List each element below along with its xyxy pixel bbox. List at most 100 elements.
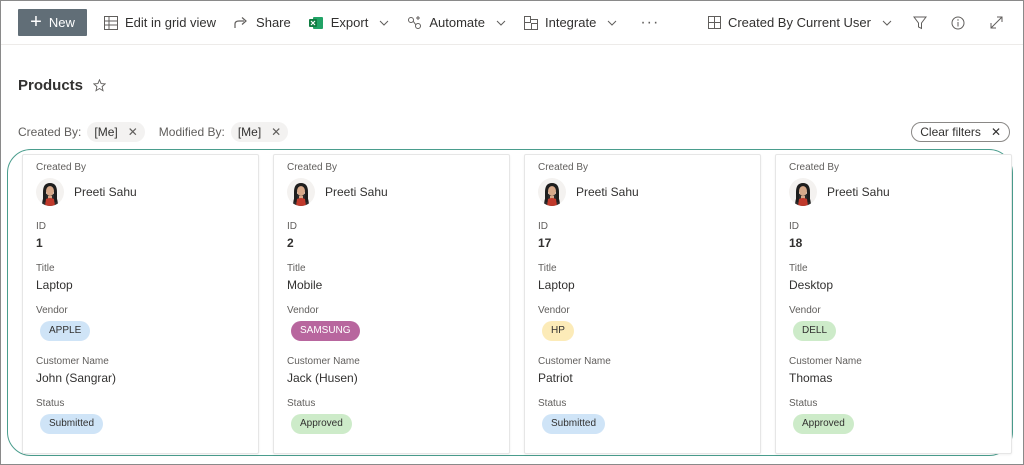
created-by-label: Created By	[36, 162, 87, 173]
star-icon[interactable]	[93, 79, 107, 92]
title-label: Title	[789, 263, 808, 274]
vendor-badge: SAMSUNG	[291, 321, 360, 341]
grid-icon	[104, 15, 118, 30]
customer-value: Jack (Husen)	[287, 371, 358, 385]
chevron-down-icon	[607, 20, 617, 26]
customer-label: Customer Name	[538, 356, 611, 367]
modified-by-filter-label: Modified By:	[158, 125, 225, 139]
status-field: Status Submitted	[538, 398, 606, 434]
vendor-field: Vendor APPLE	[36, 305, 91, 341]
status-field: Status Approved	[789, 398, 854, 434]
id-value: 1	[36, 236, 43, 250]
gallery-card[interactable]: Created By Preeti Sahu ID 18 Title Deskt…	[775, 154, 1012, 454]
expand-button[interactable]	[977, 1, 1015, 44]
status-badge: Submitted	[542, 414, 606, 434]
close-icon[interactable]: ✕	[271, 125, 281, 139]
vendor-badge: HP	[542, 321, 574, 341]
customer-label: Customer Name	[36, 356, 109, 367]
filter-icon	[913, 16, 927, 29]
title-value: Laptop	[36, 278, 73, 292]
clear-filters-label: Clear filters	[920, 125, 981, 139]
id-value: 2	[287, 236, 294, 250]
id-field: ID 18	[789, 221, 802, 250]
vendor-field: Vendor HP	[538, 305, 574, 341]
gallery-card[interactable]: Created By Preeti Sahu ID 1 Title Laptop…	[22, 154, 259, 454]
title-label: Title	[287, 263, 306, 274]
vendor-field: Vendor DELL	[789, 305, 837, 341]
new-button-label: New	[48, 15, 75, 30]
share-icon	[234, 17, 247, 28]
status-label: Status	[36, 398, 65, 409]
status-field: Status Approved	[287, 398, 352, 434]
created-by-name: Preeti Sahu	[74, 185, 137, 199]
created-by-name: Preeti Sahu	[325, 185, 388, 199]
created-by-name: Preeti Sahu	[827, 185, 890, 199]
status-label: Status	[538, 398, 567, 409]
created-by-filter-pill[interactable]: [Me] ✕	[87, 122, 145, 142]
customer-value: Patriot	[538, 371, 573, 385]
title-value: Mobile	[287, 278, 323, 292]
gallery-card[interactable]: Created By Preeti Sahu ID 17 Title Lapto…	[524, 154, 761, 454]
customer-value: Thomas	[789, 371, 833, 385]
expand-icon	[990, 16, 1002, 29]
export-button[interactable]: Export	[300, 1, 399, 44]
title-label: Title	[538, 263, 557, 274]
avatar	[287, 178, 315, 206]
share-label: Share	[256, 15, 291, 30]
info-button[interactable]	[939, 1, 977, 44]
id-label: ID	[538, 221, 548, 232]
new-button[interactable]: + New	[18, 9, 87, 36]
vendor-label: Vendor	[789, 305, 821, 316]
gallery-card[interactable]: Created By Preeti Sahu ID 2 Title Mobile…	[273, 154, 510, 454]
vendor-label: Vendor	[36, 305, 68, 316]
automate-label: Automate	[429, 15, 485, 30]
excel-icon	[308, 16, 323, 29]
title-value: Laptop	[538, 278, 575, 292]
automate-icon	[408, 15, 422, 29]
plus-icon: +	[30, 10, 42, 33]
created-by-label: Created By	[538, 162, 589, 173]
page-title: Products	[18, 77, 84, 94]
modified-by-filter-value: [Me]	[237, 125, 262, 139]
integrate-label: Integrate	[544, 15, 597, 30]
chevron-down-icon	[496, 20, 506, 26]
customer-field: Customer Name John (Sangrar)	[36, 356, 116, 385]
integrate-icon	[523, 15, 538, 30]
id-value: 17	[538, 236, 552, 250]
customer-field: Customer Name Jack (Husen)	[287, 356, 360, 385]
close-icon[interactable]: ✕	[128, 125, 138, 139]
vendor-badge: DELL	[793, 321, 837, 341]
created-by-user[interactable]: Preeti Sahu	[789, 178, 998, 206]
page-header: Products	[18, 77, 107, 94]
export-label: Export	[330, 15, 369, 30]
customer-label: Customer Name	[789, 356, 862, 367]
id-field: ID 1	[36, 221, 46, 250]
modified-by-filter-pill[interactable]: [Me] ✕	[230, 122, 289, 142]
created-by-user[interactable]: Preeti Sahu	[36, 178, 245, 206]
share-button[interactable]: Share	[225, 1, 300, 44]
created-by-filter-value: [Me]	[94, 125, 118, 139]
created-by-user[interactable]: Preeti Sahu	[538, 178, 747, 206]
edit-grid-view-button[interactable]: Edit in grid view	[95, 1, 225, 44]
title-field: Title Laptop	[538, 263, 575, 292]
table-view-icon	[707, 16, 721, 29]
status-label: Status	[789, 398, 818, 409]
created-by-filter-label: Created By:	[18, 125, 82, 139]
created-by-user[interactable]: Preeti Sahu	[287, 178, 496, 206]
filter-pills-row: Created By: [Me] ✕ Modified By: [Me] ✕ C…	[18, 122, 1010, 142]
view-selector[interactable]: Created By Current User	[699, 1, 901, 44]
clear-filters-button[interactable]: Clear filters ✕	[911, 122, 1010, 142]
filter-button[interactable]	[901, 1, 939, 44]
id-label: ID	[789, 221, 799, 232]
created-by-label: Created By	[287, 162, 338, 173]
customer-field: Customer Name Patriot	[538, 356, 611, 385]
status-badge: Approved	[793, 414, 854, 434]
vendor-badge: APPLE	[40, 321, 91, 341]
id-label: ID	[287, 221, 297, 232]
more-options-button[interactable]: ···	[626, 1, 673, 44]
title-field: Title Desktop	[789, 263, 833, 292]
chevron-down-icon	[882, 20, 892, 26]
automate-button[interactable]: Automate	[398, 1, 515, 44]
integrate-button[interactable]: Integrate	[515, 1, 626, 44]
id-value: 18	[789, 236, 803, 250]
